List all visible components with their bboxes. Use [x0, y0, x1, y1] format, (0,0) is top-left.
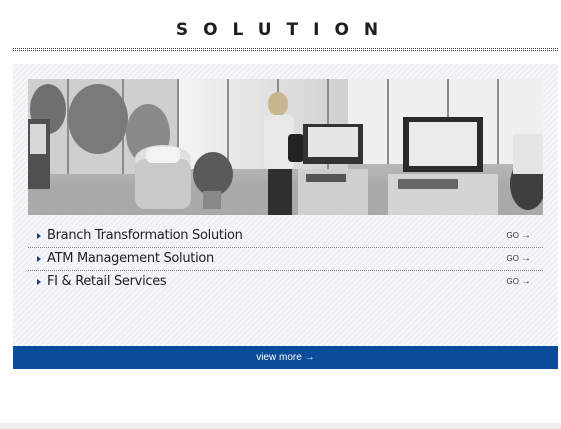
hero-image — [28, 79, 543, 215]
arrow-right-icon: → — [521, 230, 531, 241]
solution-list: Branch Transformation Solution GO → ATM M… — [28, 225, 543, 294]
list-item-atm-management[interactable]: ATM Management Solution GO → — [28, 248, 543, 271]
go-link[interactable]: GO → — [507, 230, 531, 241]
solution-widget: SOLUTION Branch Transformation Solution … — [0, 0, 561, 429]
footer-divider — [0, 423, 561, 429]
section-title: SOLUTION — [175, 20, 394, 40]
title-divider — [13, 48, 558, 51]
go-link[interactable]: GO → — [507, 276, 531, 287]
go-link[interactable]: GO → — [507, 253, 531, 264]
caret-right-icon — [37, 279, 41, 285]
arrow-right-icon: → — [521, 253, 531, 264]
view-more-button[interactable]: view more → — [13, 346, 558, 369]
solution-panel: Branch Transformation Solution GO → ATM M… — [13, 64, 558, 346]
list-item-label[interactable]: Branch Transformation Solution — [47, 228, 243, 243]
list-item-branch-transformation[interactable]: Branch Transformation Solution GO → — [28, 225, 543, 248]
arrow-right-icon: → — [304, 352, 315, 363]
arrow-right-icon: → — [521, 276, 531, 287]
list-item-fi-retail[interactable]: FI & Retail Services GO → — [28, 271, 543, 294]
caret-right-icon — [37, 233, 41, 239]
view-more-label: view more — [256, 352, 302, 363]
caret-right-icon — [37, 256, 41, 262]
list-item-label[interactable]: ATM Management Solution — [47, 251, 214, 266]
list-item-label[interactable]: FI & Retail Services — [47, 274, 167, 289]
